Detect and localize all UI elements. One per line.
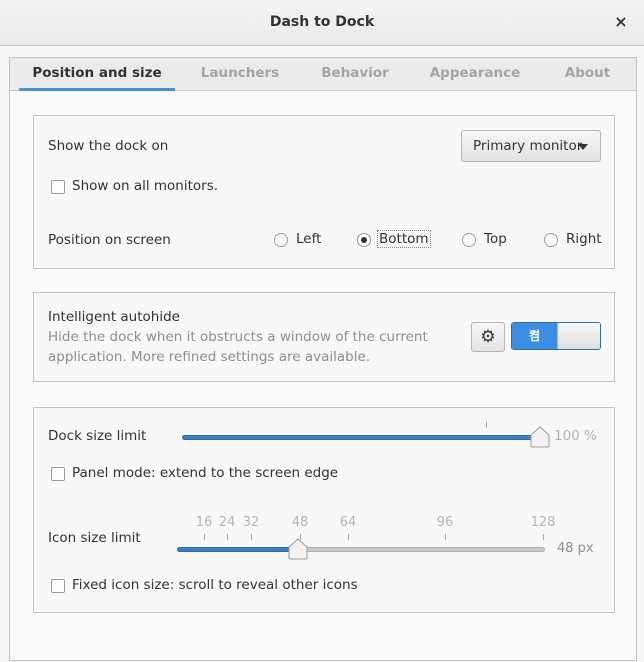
icon-size-fill — [177, 547, 298, 552]
icon-size-tick — [348, 534, 349, 540]
tab-launchers[interactable]: Launchers — [190, 58, 290, 91]
close-button[interactable]: × — [610, 11, 632, 33]
icon-size-value: 48 px — [557, 541, 594, 556]
icon-size-mark-label: 128 — [530, 515, 556, 530]
icon-size-mark-label: 32 — [242, 515, 260, 530]
icon-size-tick — [251, 534, 252, 540]
switch-knob — [557, 323, 600, 349]
radio-right-label[interactable]: Right — [566, 231, 602, 247]
autohide-switch[interactable]: 켬 — [511, 322, 601, 350]
icon-size-mark-label: 96 — [436, 515, 454, 530]
gear-icon: ⚙ — [480, 327, 496, 347]
icon-size-tick — [445, 534, 446, 540]
radio-bottom-label[interactable]: Bottom — [377, 230, 431, 248]
dock-size-label: Dock size limit — [48, 428, 147, 444]
icon-size-slider-handle[interactable] — [288, 538, 308, 560]
autohide-settings-button[interactable]: ⚙ — [471, 322, 505, 352]
show-dock-on-label: Show the dock on — [48, 138, 169, 154]
size-frame: Dock size limit 100 % Panel mode: extend… — [33, 407, 615, 613]
fixed-icon-size-label[interactable]: Fixed icon size: scroll to reveal other … — [72, 577, 358, 593]
position-on-screen-label: Position on screen — [48, 232, 171, 248]
icon-size-tick — [227, 534, 228, 540]
radio-left-label[interactable]: Left — [296, 231, 321, 247]
settings-notebook: Position and size Launchers Behavior App… — [9, 57, 637, 661]
radio-bottom[interactable] — [357, 233, 371, 247]
dock-size-slider[interactable] — [182, 435, 540, 440]
autohide-description-line1: Hide the dock when it obstructs a window… — [48, 329, 428, 345]
close-icon: × — [614, 12, 628, 31]
radio-left[interactable] — [274, 233, 288, 247]
tab-about[interactable]: About — [545, 58, 630, 91]
icon-size-slider[interactable] — [177, 547, 545, 552]
dock-size-value: 100 % — [554, 428, 597, 444]
all-monitors-label[interactable]: Show on all monitors. — [72, 178, 218, 194]
all-monitors-checkbox[interactable] — [51, 180, 65, 194]
dock-size-default-mark — [486, 422, 487, 428]
monitor-select[interactable]: Primary monitor — [461, 130, 601, 162]
panel-mode-label[interactable]: Panel mode: extend to the screen edge — [72, 465, 338, 481]
autohide-frame: Intelligent autohide Hide the dock when … — [33, 292, 615, 382]
autohide-description-line2: application. More refined settings are a… — [48, 349, 371, 365]
tab-behavior[interactable]: Behavior — [305, 58, 405, 91]
switch-on-label: 켬 — [512, 323, 557, 349]
title-bar[interactable]: Dash to Dock × — [0, 0, 644, 46]
dock-size-slider-handle[interactable] — [530, 426, 550, 448]
icon-size-tick — [204, 534, 205, 540]
panel-mode-checkbox[interactable] — [51, 467, 65, 481]
icon-size-mark-label: 64 — [339, 515, 357, 530]
position-frame: Show the dock on Primary monitor Show on… — [33, 115, 615, 269]
autohide-title: Intelligent autohide — [48, 309, 180, 325]
radio-top-label[interactable]: Top — [484, 231, 507, 247]
radio-top[interactable] — [462, 233, 476, 247]
dock-size-fill — [182, 435, 540, 440]
monitor-select-value: Primary monitor — [473, 138, 583, 154]
icon-size-label: Icon size limit — [48, 530, 141, 546]
fixed-icon-size-checkbox[interactable] — [51, 579, 65, 593]
icon-size-tick — [543, 534, 544, 540]
tab-bar: Position and size Launchers Behavior App… — [10, 58, 636, 91]
tab-position-and-size[interactable]: Position and size — [19, 58, 175, 91]
icon-size-mark-label: 48 — [291, 515, 309, 530]
window-title: Dash to Dock — [269, 14, 375, 30]
tab-appearance[interactable]: Appearance — [420, 58, 530, 91]
preferences-window: Dash to Dock × Position and size Launche… — [0, 0, 644, 662]
chevron-down-icon — [578, 144, 588, 150]
radio-right[interactable] — [544, 233, 558, 247]
